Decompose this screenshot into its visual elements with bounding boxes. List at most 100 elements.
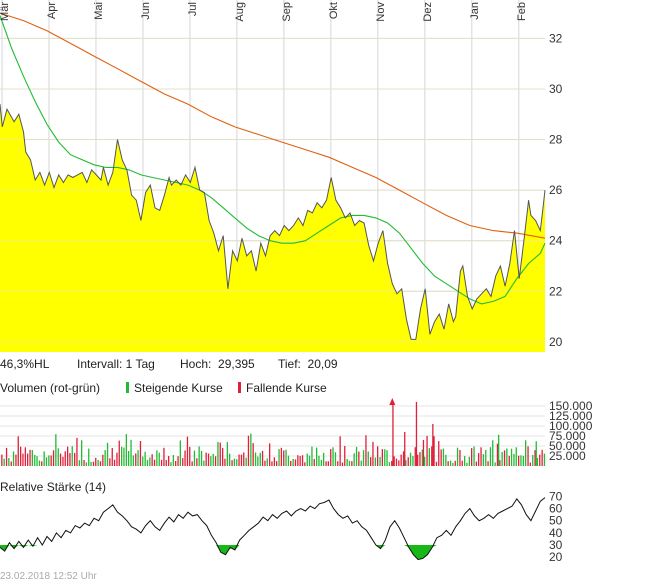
volume-bar-up	[71, 446, 73, 466]
month-label: Sep	[281, 2, 293, 22]
volume-bar-up	[473, 446, 475, 466]
volume-bar-down	[299, 456, 301, 466]
volume-bar-up	[179, 440, 181, 466]
volume-bar-down	[76, 437, 78, 466]
volume-bar-up	[158, 452, 160, 466]
volume-bar-up	[292, 459, 294, 466]
volume-bar-up	[482, 454, 484, 466]
volume-bar-down	[391, 460, 393, 466]
volume-bar-up	[48, 455, 50, 466]
volume-bar-up	[506, 448, 508, 466]
volume-bar-down	[102, 454, 104, 466]
volume-bar-down	[264, 460, 266, 466]
volume-bar-up	[494, 462, 496, 466]
volume-bar-down	[432, 424, 434, 466]
volume-bar-up	[8, 458, 10, 466]
legend-down-label: Fallende Kurse	[246, 381, 327, 395]
volume-bar-up	[346, 459, 348, 466]
volume-bar-up	[38, 460, 41, 466]
volume-bar-down	[224, 458, 226, 466]
volume-bar-up	[287, 455, 290, 466]
volume-bar-down	[358, 451, 360, 466]
volume-bar-down	[22, 453, 24, 466]
volume-bar-up	[360, 460, 362, 466]
volume-bar-down	[499, 460, 501, 466]
volume-bar-up	[323, 452, 325, 466]
rsi-tick-label: 60	[549, 502, 563, 516]
month-label: Mär	[0, 2, 11, 21]
volume-bar-up	[522, 455, 524, 466]
volume-bar-down	[10, 461, 12, 466]
volume-bar-up	[316, 447, 318, 466]
volume-bar-up	[468, 456, 470, 466]
legend-up-label: Steigende Kurse	[134, 381, 223, 395]
volume-bar-down	[341, 462, 344, 466]
price-tick-label: 24	[549, 234, 563, 248]
volume-bar-down	[407, 457, 409, 466]
month-label: Nov	[375, 2, 387, 22]
volume-bar-up	[229, 453, 231, 466]
volume-bar-down	[534, 450, 536, 466]
volume-bar-down	[67, 446, 69, 466]
info-hl: 46,3%HL	[0, 357, 50, 371]
volume-bar-down	[17, 436, 19, 466]
volume-bar-up	[492, 440, 494, 466]
volume-bar-down	[400, 454, 402, 466]
volume-bar-down	[290, 461, 292, 466]
volume-bar-down	[327, 461, 329, 466]
volume-bar-up	[85, 462, 87, 466]
volume-bar-up	[543, 453, 546, 466]
volume-bar-down	[447, 461, 449, 466]
volume-bar-up	[132, 455, 134, 466]
volume-bar-down	[503, 450, 506, 466]
volume-bar-down	[207, 453, 210, 466]
volume-bar-up	[485, 450, 487, 466]
volume-bar-down	[440, 449, 442, 466]
rsi-tick-label: 50	[549, 514, 563, 528]
volume-bar-down	[99, 461, 102, 466]
volume-bar-down	[508, 455, 510, 466]
volume-bar-down	[189, 446, 191, 466]
volume-bar-down	[15, 454, 17, 466]
volume-bar-down	[419, 452, 421, 466]
volume-bar-down	[435, 461, 438, 466]
volume-bar-down	[426, 435, 428, 466]
volume-bar-up	[245, 457, 247, 466]
volume-bar-up	[424, 456, 426, 466]
volume-bar-down	[252, 443, 254, 466]
volume-bar-up	[236, 459, 238, 466]
volume-bar-up	[388, 462, 391, 466]
volume-bar-down	[480, 447, 482, 466]
rsi-tick-label: 70	[549, 489, 563, 503]
volume-bar-down	[339, 436, 341, 466]
price-tick-label: 32	[549, 31, 563, 45]
footer-timestamp: 23.02.2018 12:52 Uhr	[0, 571, 97, 582]
volume-bar-up	[384, 449, 386, 466]
month-label: Jul	[187, 2, 199, 16]
price-area	[0, 104, 545, 352]
volume-bar-up	[137, 450, 139, 466]
volume-bar-up	[501, 452, 503, 466]
volume-bar-up	[43, 451, 45, 466]
volume-bar-down	[392, 402, 394, 466]
volume-bar-down	[69, 453, 71, 466]
volume-bar-down	[95, 457, 97, 466]
volume-bar-up	[12, 451, 15, 466]
volume-bar-up	[348, 460, 351, 466]
volume-bar-up	[525, 440, 527, 466]
rsi-tick-label: 40	[549, 526, 563, 540]
volume-bar-down	[261, 450, 264, 466]
volume-bar-up	[142, 456, 144, 466]
volume-bar-down	[438, 441, 440, 466]
volume-bar-down	[539, 454, 541, 466]
volume-bar-up	[88, 448, 90, 466]
volume-bar-down	[135, 453, 137, 466]
volume-bar-up	[212, 453, 214, 466]
volume-bar-down	[541, 449, 543, 466]
volume-bar-up	[449, 460, 452, 466]
volume-bar-up	[520, 455, 522, 466]
volume-bar-up	[311, 446, 313, 466]
volume-bar-down	[471, 448, 473, 466]
volume-bar-up	[104, 450, 106, 466]
volume-bar-up	[445, 454, 447, 466]
